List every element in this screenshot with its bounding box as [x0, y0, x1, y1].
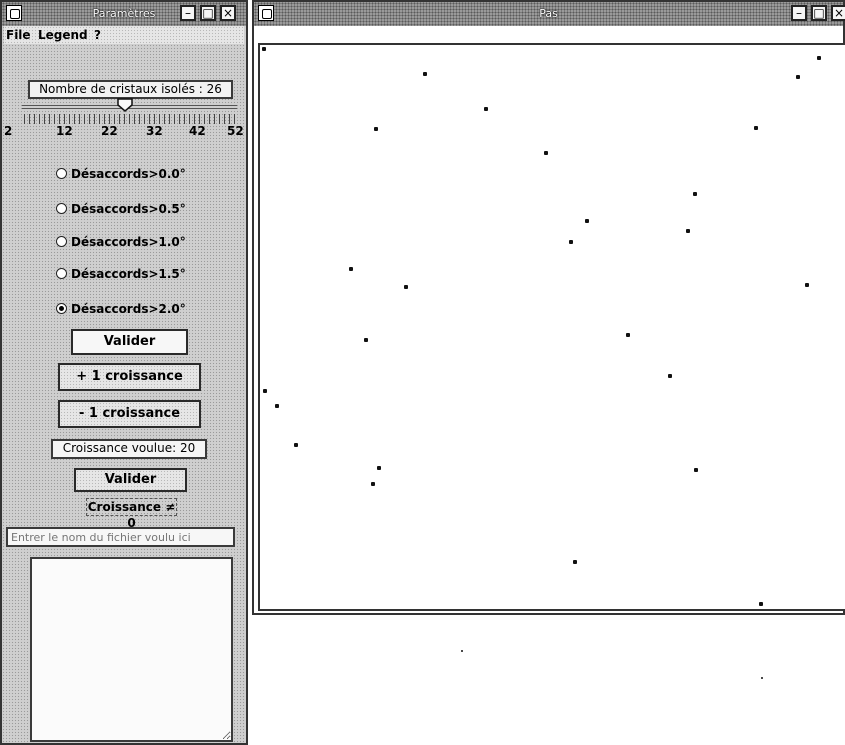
notes-textarea[interactable] — [30, 557, 233, 742]
radio-label: Désaccords>0.0° — [71, 167, 186, 181]
wanted-growth-field[interactable]: Croissance voulue: 20 — [51, 439, 207, 459]
radio-icon[interactable] — [56, 236, 67, 247]
crystal-dot — [626, 333, 630, 337]
crystal-dot — [423, 72, 427, 76]
minimize-icon[interactable]: – — [180, 5, 196, 21]
menu-legend[interactable]: Legend — [38, 28, 88, 42]
minimize-icon[interactable]: – — [791, 5, 807, 21]
pas-title: Pas — [539, 7, 558, 20]
validate-growth-button[interactable]: Valider — [74, 468, 187, 492]
crystal-dot — [668, 374, 672, 378]
radio-label: Désaccords>1.5° — [71, 267, 186, 281]
radio-desaccord-2-0[interactable]: Désaccords>2.0° — [56, 302, 186, 320]
radio-desaccord-0-0[interactable]: Désaccords>0.0° — [56, 167, 186, 185]
tick-label-32: 32 — [146, 124, 163, 138]
radio-desaccord-0-5[interactable]: Désaccords>0.5° — [56, 202, 186, 220]
crystal-dot — [693, 192, 697, 196]
menu-file[interactable]: File — [6, 28, 31, 42]
menubar: File Legend ? — [4, 26, 244, 44]
grow-plus-button[interactable]: + 1 croissance — [58, 363, 201, 391]
crystal-dot — [263, 389, 267, 393]
radio-selected-icon[interactable] — [56, 303, 67, 314]
crystal-dot — [374, 127, 378, 131]
crystal-dot — [754, 126, 758, 130]
crystal-dot — [377, 466, 381, 470]
crystal-dot — [759, 602, 763, 606]
maximize-icon[interactable]: □ — [200, 5, 216, 21]
crystal-dot — [817, 56, 821, 60]
crystal-dot — [694, 468, 698, 472]
slider-ticks — [24, 114, 237, 124]
pas-titlebar[interactable]: Pas – □ × — [254, 2, 845, 26]
radio-icon[interactable] — [56, 168, 67, 179]
tick-label-2: 2 — [4, 124, 13, 138]
artifact-dot — [461, 650, 463, 652]
maximize-icon[interactable]: □ — [811, 5, 827, 21]
radio-icon[interactable] — [56, 268, 67, 279]
radio-label: Désaccords>0.5° — [71, 202, 186, 216]
artifact-dot — [761, 677, 763, 679]
radio-label: Désaccords>1.0° — [71, 235, 186, 249]
tick-label-12: 12 — [56, 124, 73, 138]
crystal-dot — [275, 404, 279, 408]
validate-button[interactable]: Valider — [71, 329, 188, 355]
radio-desaccord-1-0[interactable]: Désaccords>1.0° — [56, 235, 186, 253]
crystal-canvas[interactable] — [258, 43, 845, 611]
crystal-dot — [686, 229, 690, 233]
radio-desaccord-1-5[interactable]: Désaccords>1.5° — [56, 267, 186, 285]
close-icon[interactable]: × — [220, 5, 236, 21]
crystal-dot — [371, 482, 375, 486]
crystal-dot — [573, 560, 577, 564]
menu-help[interactable]: ? — [94, 28, 101, 42]
growth-status-label: Croissance ≠ 0 — [86, 498, 177, 530]
crystal-dot — [364, 338, 368, 342]
tick-label-52: 52 — [227, 124, 244, 138]
crystal-dot — [796, 75, 800, 79]
filename-input[interactable] — [6, 527, 235, 547]
crystal-dot — [544, 151, 548, 155]
crystal-dot — [484, 107, 488, 111]
parameters-titlebar[interactable]: Paramètres – □ × — [2, 2, 246, 26]
radio-icon[interactable] — [56, 203, 67, 214]
crystal-dot — [294, 443, 298, 447]
crystal-dot — [404, 285, 408, 289]
isolated-crystals-field: Nombre de cristaux isolés : 26 — [28, 80, 233, 99]
crystal-dot — [569, 240, 573, 244]
crystal-dot — [585, 219, 589, 223]
close-icon[interactable]: × — [831, 5, 845, 21]
crystal-dot — [262, 47, 266, 51]
crystal-dot — [805, 283, 809, 287]
parameters-window: Paramètres – □ × File Legend ? Nombre de… — [0, 0, 248, 745]
crystal-slider-thumb[interactable] — [117, 98, 133, 112]
crystal-dot — [349, 267, 353, 271]
grow-minus-button[interactable]: - 1 croissance — [58, 400, 201, 428]
tick-label-42: 42 — [189, 124, 206, 138]
tick-label-22: 22 — [101, 124, 118, 138]
radio-label: Désaccords>2.0° — [71, 302, 186, 316]
